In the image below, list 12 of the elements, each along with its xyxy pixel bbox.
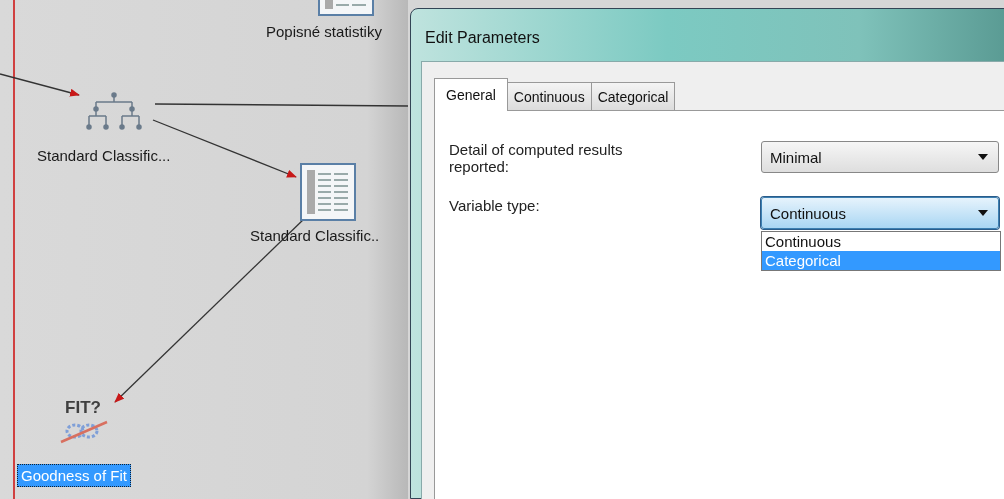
field-label: Detail of computed results reported: xyxy=(449,141,624,175)
icon-caption: FIT? xyxy=(65,398,101,418)
window-title: Edit Parameters xyxy=(424,28,541,48)
dropdown-option[interactable]: Continuous xyxy=(762,232,1000,251)
tab[interactable]: Continuous xyxy=(506,82,592,110)
tab[interactable]: General xyxy=(434,78,508,111)
node-label[interactable]: Popisné statistiky xyxy=(262,20,386,43)
dropdown[interactable]: Minimal xyxy=(761,141,999,173)
node-label[interactable]: Standard Classific... xyxy=(33,144,175,167)
field-label: Variable type: xyxy=(449,197,541,216)
dropdown[interactable]: Continuous xyxy=(761,197,999,229)
tab[interactable]: Categorical xyxy=(590,82,676,110)
